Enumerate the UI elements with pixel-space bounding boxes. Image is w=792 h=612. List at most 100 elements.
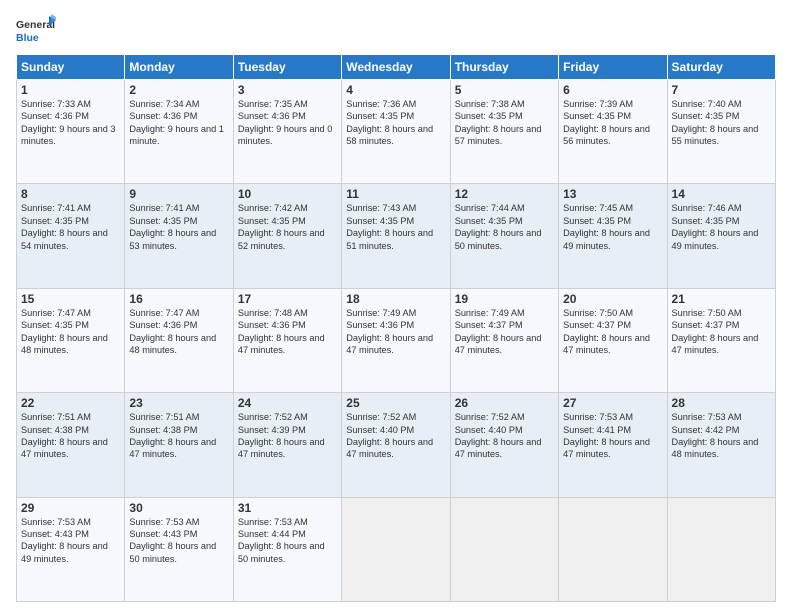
calendar-cell: 23Sunrise: 7:51 AMSunset: 4:38 PMDayligh… (125, 393, 233, 497)
day-number: 24 (238, 396, 337, 410)
day-number: 2 (129, 83, 228, 97)
cell-info: Sunrise: 7:52 AMSunset: 4:40 PMDaylight:… (346, 412, 433, 459)
day-number: 15 (21, 292, 120, 306)
day-number: 29 (21, 501, 120, 515)
cell-info: Sunrise: 7:51 AMSunset: 4:38 PMDaylight:… (21, 412, 108, 459)
calendar-cell: 3 Sunrise: 7:35 AMSunset: 4:36 PMDaylight… (233, 80, 341, 184)
calendar-cell: 30 Sunrise: 7:53 AMSunset: 4:43 PMDayligh… (125, 497, 233, 601)
header: General Blue (16, 14, 776, 46)
day-number: 1 (21, 83, 120, 97)
col-header-friday: Friday (559, 55, 667, 80)
logo: General Blue (16, 14, 56, 46)
day-number: 9 (129, 187, 228, 201)
day-number: 25 (346, 396, 445, 410)
calendar-cell: 22 Sunrise: 7:51 AMSunset: 4:38 PMDayligh… (17, 393, 125, 497)
cell-info: Sunrise: 7:42 AMSunset: 4:35 PMDaylight:… (238, 203, 325, 250)
calendar-cell: 21 Sunrise: 7:50 AMSunset: 4:37 PMDayligh… (667, 288, 775, 392)
day-number: 21 (672, 292, 771, 306)
day-number: 16 (129, 292, 228, 306)
col-header-monday: Monday (125, 55, 233, 80)
week-row-2: 8 Sunrise: 7:41 AMSunset: 4:35 PMDaylight… (17, 184, 776, 288)
calendar-cell: 24 Sunrise: 7:52 AMSunset: 4:39 PMDayligh… (233, 393, 341, 497)
calendar-cell: 31 Sunrise: 7:53 AMSunset: 4:44 PMDayligh… (233, 497, 341, 601)
day-number: 31 (238, 501, 337, 515)
day-number: 11 (346, 187, 445, 201)
day-number: 7 (672, 83, 771, 97)
calendar-cell: 27 Sunrise: 7:53 AMSunset: 4:41 PMDayligh… (559, 393, 667, 497)
cell-info: Sunrise: 7:47 AMSunset: 4:36 PMDaylight:… (129, 308, 216, 355)
calendar-cell: 2Sunrise: 7:34 AMSunset: 4:36 PMDaylight… (125, 80, 233, 184)
col-header-saturday: Saturday (667, 55, 775, 80)
cell-info: Sunrise: 7:53 AMSunset: 4:42 PMDaylight:… (672, 412, 759, 459)
calendar-cell: 6 Sunrise: 7:39 AMSunset: 4:35 PMDaylight… (559, 80, 667, 184)
col-header-wednesday: Wednesday (342, 55, 450, 80)
cell-info: Sunrise: 7:40 AMSunset: 4:35 PMDaylight:… (672, 99, 759, 146)
day-number: 28 (672, 396, 771, 410)
svg-text:Blue: Blue (16, 32, 39, 44)
day-number: 10 (238, 187, 337, 201)
cell-info: Sunrise: 7:52 AMSunset: 4:40 PMDaylight:… (455, 412, 542, 459)
day-number: 22 (21, 396, 120, 410)
calendar-cell: 14 Sunrise: 7:46 AMSunset: 4:35 PMDayligh… (667, 184, 775, 288)
cell-info: Sunrise: 7:51 AMSunset: 4:38 PMDaylight:… (129, 412, 216, 459)
week-row-4: 22 Sunrise: 7:51 AMSunset: 4:38 PMDayligh… (17, 393, 776, 497)
cell-info: Sunrise: 7:53 AMSunset: 4:43 PMDaylight:… (129, 517, 216, 564)
cell-info: Sunrise: 7:43 AMSunset: 4:35 PMDaylight:… (346, 203, 433, 250)
calendar-cell: 1Sunrise: 7:33 AMSunset: 4:36 PMDaylight… (17, 80, 125, 184)
calendar-cell: 7 Sunrise: 7:40 AMSunset: 4:35 PMDaylight… (667, 80, 775, 184)
calendar-cell (342, 497, 450, 601)
cell-info: Sunrise: 7:41 AMSunset: 4:35 PMDaylight:… (129, 203, 216, 250)
cell-info: Sunrise: 7:46 AMSunset: 4:35 PMDaylight:… (672, 203, 759, 250)
day-number: 30 (129, 501, 228, 515)
calendar-cell: 25 Sunrise: 7:52 AMSunset: 4:40 PMDayligh… (342, 393, 450, 497)
col-header-sunday: Sunday (17, 55, 125, 80)
day-number: 27 (563, 396, 662, 410)
calendar-header-row: SundayMondayTuesdayWednesdayThursdayFrid… (17, 55, 776, 80)
calendar-table: SundayMondayTuesdayWednesdayThursdayFrid… (16, 54, 776, 602)
cell-info: Sunrise: 7:49 AMSunset: 4:36 PMDaylight:… (346, 308, 433, 355)
cell-info: Sunrise: 7:38 AMSunset: 4:35 PMDaylight:… (455, 99, 542, 146)
day-number: 14 (672, 187, 771, 201)
cell-info: Sunrise: 7:39 AMSunset: 4:35 PMDaylight:… (563, 99, 650, 146)
day-number: 8 (21, 187, 120, 201)
cell-info: Sunrise: 7:52 AMSunset: 4:39 PMDaylight:… (238, 412, 325, 459)
day-number: 4 (346, 83, 445, 97)
cell-info: Sunrise: 7:50 AMSunset: 4:37 PMDaylight:… (672, 308, 759, 355)
calendar-cell: 19Sunrise: 7:49 AMSunset: 4:37 PMDayligh… (450, 288, 558, 392)
cell-info: Sunrise: 7:36 AMSunset: 4:35 PMDaylight:… (346, 99, 433, 146)
calendar-cell: 17 Sunrise: 7:48 AMSunset: 4:36 PMDayligh… (233, 288, 341, 392)
calendar-cell (450, 497, 558, 601)
week-row-5: 29 Sunrise: 7:53 AMSunset: 4:43 PMDayligh… (17, 497, 776, 601)
col-header-thursday: Thursday (450, 55, 558, 80)
cell-info: Sunrise: 7:50 AMSunset: 4:37 PMDaylight:… (563, 308, 650, 355)
calendar-cell: 8 Sunrise: 7:41 AMSunset: 4:35 PMDaylight… (17, 184, 125, 288)
day-number: 26 (455, 396, 554, 410)
day-number: 13 (563, 187, 662, 201)
calendar-cell: 16 Sunrise: 7:47 AMSunset: 4:36 PMDayligh… (125, 288, 233, 392)
cell-info: Sunrise: 7:53 AMSunset: 4:44 PMDaylight:… (238, 517, 325, 564)
day-number: 5 (455, 83, 554, 97)
calendar-cell: 15 Sunrise: 7:47 AMSunset: 4:35 PMDayligh… (17, 288, 125, 392)
calendar-cell: 28 Sunrise: 7:53 AMSunset: 4:42 PMDayligh… (667, 393, 775, 497)
week-row-1: 1Sunrise: 7:33 AMSunset: 4:36 PMDaylight… (17, 80, 776, 184)
page: General Blue SundayMondayTuesdayWednesda… (0, 0, 792, 612)
cell-info: Sunrise: 7:41 AMSunset: 4:35 PMDaylight:… (21, 203, 108, 250)
cell-info: Sunrise: 7:35 AMSunset: 4:36 PMDaylight:… (238, 99, 333, 146)
cell-info: Sunrise: 7:48 AMSunset: 4:36 PMDaylight:… (238, 308, 325, 355)
cell-info: Sunrise: 7:53 AMSunset: 4:43 PMDaylight:… (21, 517, 108, 564)
cell-info: Sunrise: 7:49 AMSunset: 4:37 PMDaylight:… (455, 308, 542, 355)
cell-info: Sunrise: 7:53 AMSunset: 4:41 PMDaylight:… (563, 412, 650, 459)
calendar-cell: 9 Sunrise: 7:41 AMSunset: 4:35 PMDaylight… (125, 184, 233, 288)
calendar-cell: 12 Sunrise: 7:44 AMSunset: 4:35 PMDayligh… (450, 184, 558, 288)
cell-info: Sunrise: 7:47 AMSunset: 4:35 PMDaylight:… (21, 308, 108, 355)
day-number: 3 (238, 83, 337, 97)
calendar-cell: 18Sunrise: 7:49 AMSunset: 4:36 PMDayligh… (342, 288, 450, 392)
day-number: 17 (238, 292, 337, 306)
calendar-cell: 26 Sunrise: 7:52 AMSunset: 4:40 PMDayligh… (450, 393, 558, 497)
logo-svg: General Blue (16, 14, 56, 46)
day-number: 20 (563, 292, 662, 306)
day-number: 12 (455, 187, 554, 201)
calendar-cell: 13Sunrise: 7:45 AMSunset: 4:35 PMDayligh… (559, 184, 667, 288)
cell-info: Sunrise: 7:44 AMSunset: 4:35 PMDaylight:… (455, 203, 542, 250)
day-number: 6 (563, 83, 662, 97)
